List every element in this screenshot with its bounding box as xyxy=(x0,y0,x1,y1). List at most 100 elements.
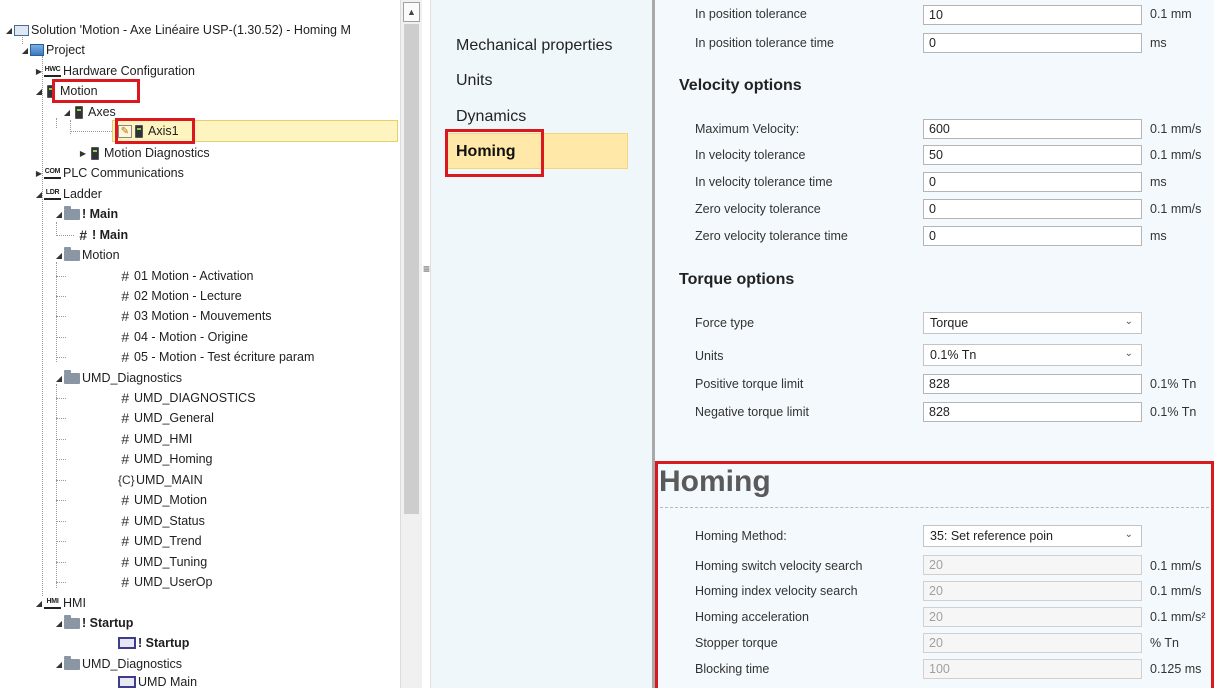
tree-node-motion[interactable]: ◢ Motion xyxy=(34,81,98,101)
blocking-time-input[interactable]: 100 xyxy=(923,659,1142,679)
ladder-program-icon: # xyxy=(121,451,129,467)
positive-torque-limit-input[interactable]: 828 xyxy=(923,374,1142,394)
stopper-torque-input[interactable]: 20 xyxy=(923,633,1142,653)
ladder-program-icon: # xyxy=(121,533,129,549)
force-type-select[interactable]: Torque ⌄ xyxy=(923,312,1142,334)
in-velocity-tolerance-time-input[interactable]: 0 xyxy=(923,172,1142,192)
tree-node-umd-program[interactable]: # UMD_Status xyxy=(118,511,205,531)
tree-node-umd-program[interactable]: # UMD_Homing xyxy=(118,449,212,469)
expand-arrow-icon[interactable]: ◢ xyxy=(62,108,72,117)
in-position-tolerance-input[interactable]: 10 xyxy=(923,5,1142,25)
tree-node-hmi[interactable]: ◢ HMI HMI xyxy=(34,593,86,613)
tree-node-motion-program[interactable]: # 02 Motion - Lecture xyxy=(118,286,242,306)
zero-velocity-tolerance-time-input[interactable]: 0 xyxy=(923,226,1142,246)
torque-units-select[interactable]: 0.1% Tn ⌄ xyxy=(923,344,1142,366)
tree-node-label: PLC Communications xyxy=(63,166,184,180)
tree-node-umd-program[interactable]: # UMD_HMI xyxy=(118,429,192,449)
ladder-program-icon: # xyxy=(121,349,129,365)
tree-node-solution[interactable]: ◢ Solution 'Motion - Axe Linéaire USP-(1… xyxy=(4,20,351,40)
nav-item-homing[interactable]: Homing xyxy=(445,133,628,169)
tree-node-axes[interactable]: ◢ Axes xyxy=(62,102,116,122)
in-position-tolerance-time-input[interactable]: 0 xyxy=(923,33,1142,53)
homing-switch-velocity-label: Homing switch velocity search xyxy=(695,559,863,573)
zero-velocity-tolerance-input[interactable]: 0 xyxy=(923,199,1142,219)
negative-torque-limit-input[interactable]: 828 xyxy=(923,402,1142,422)
in-position-tolerance-label: In position tolerance xyxy=(695,7,807,21)
tree-node-umd-program[interactable]: # UMD_UserOp xyxy=(118,572,212,592)
blocking-time-unit: 0.125 ms xyxy=(1150,662,1202,676)
tree-node-axis1[interactable]: ✎ Axis1 xyxy=(118,121,179,141)
tree-node-label: UMD Main xyxy=(138,675,198,688)
tree-node-motion-program[interactable]: # 05 - Motion - Test écriture param xyxy=(118,347,314,367)
tree-node-motion-diagnostics[interactable]: ▶ Motion Diagnostics xyxy=(78,143,210,163)
collapse-arrow-icon[interactable]: ▶ xyxy=(34,169,44,178)
homing-switch-velocity-input[interactable]: 20 xyxy=(923,555,1142,575)
nav-item-dynamics[interactable]: Dynamics xyxy=(456,108,526,126)
ladder-program-icon: # xyxy=(121,574,129,590)
tree-node-label: UMD_Tuning xyxy=(134,555,208,569)
tree-node-hardware-configuration[interactable]: ▶ HWC Hardware Configuration xyxy=(34,61,195,81)
scrollbar-thumb[interactable] xyxy=(404,24,419,514)
solution-icon xyxy=(14,24,29,36)
expand-arrow-icon[interactable]: ◢ xyxy=(54,619,64,628)
in-position-tolerance-unit: 0.1 mm xyxy=(1150,7,1192,21)
solution-tree[interactable]: ◢ Solution 'Motion - Axe Linéaire USP-(1… xyxy=(0,0,400,688)
expand-arrow-icon[interactable]: ◢ xyxy=(4,26,14,35)
in-velocity-tolerance-input[interactable]: 50 xyxy=(923,145,1142,165)
tree-node-label: Motion xyxy=(60,84,98,98)
chevron-down-icon: ⌄ xyxy=(1124,316,1133,327)
tree-node-label: ! Main xyxy=(92,228,129,242)
expand-arrow-icon[interactable]: ◢ xyxy=(34,190,44,199)
tree-scrollbar[interactable]: ▲ xyxy=(400,0,422,688)
hardware-config-icon: HWC xyxy=(44,66,61,77)
tree-node-umd-diagnostics-folder[interactable]: ◢ UMD_Diagnostics xyxy=(54,368,182,388)
tree-node-project[interactable]: ◢ Project xyxy=(20,40,85,60)
tree-node-motion-program[interactable]: # 04 - Motion - Origine xyxy=(118,327,248,347)
nav-item-units[interactable]: Units xyxy=(456,72,492,90)
expand-arrow-icon[interactable]: ◢ xyxy=(54,660,64,669)
ladder-program-icon: # xyxy=(79,227,87,243)
tree-node-label: HMI xyxy=(63,596,86,610)
tree-node-label: ! Main xyxy=(82,207,119,221)
ladder-program-icon: # xyxy=(121,308,129,324)
tree-node-label: ! Startup xyxy=(82,616,134,630)
tree-node-main-folder[interactable]: ◢ ! Main xyxy=(54,204,118,224)
tree-node-plc-communications[interactable]: ▶ COM PLC Communications xyxy=(34,163,184,183)
folder-icon xyxy=(64,655,80,670)
expand-arrow-icon[interactable]: ◢ xyxy=(54,251,64,260)
zero-velocity-tolerance-time-unit: ms xyxy=(1150,229,1167,243)
tree-node-main-program[interactable]: # ! Main xyxy=(76,225,128,245)
ladder-program-icon: # xyxy=(121,554,129,570)
expand-arrow-icon[interactable]: ◢ xyxy=(34,599,44,608)
torque-units-label: Units xyxy=(695,349,724,363)
collapse-arrow-icon[interactable]: ▶ xyxy=(34,67,44,76)
tree-node-hmi-umd-diagnostics-folder[interactable]: ◢ UMD_Diagnostics xyxy=(54,654,182,674)
tree-node-motion-folder[interactable]: ◢ Motion xyxy=(54,245,120,265)
maximum-velocity-unit: 0.1 mm/s xyxy=(1150,122,1202,136)
tree-node-umd-program[interactable]: # UMD_Tuning xyxy=(118,552,207,572)
tree-node-motion-program[interactable]: # 03 Motion - Mouvements xyxy=(118,306,271,326)
tree-node-startup-screen[interactable]: ! Startup xyxy=(118,633,189,653)
tree-node-umd-program[interactable]: # UMD_DIAGNOSTICS xyxy=(118,388,255,408)
tree-node-label: 04 - Motion - Origine xyxy=(134,330,248,344)
collapse-arrow-icon[interactable]: ▶ xyxy=(78,149,88,158)
expand-arrow-icon[interactable]: ◢ xyxy=(34,87,44,96)
force-type-label: Force type xyxy=(695,316,755,330)
tree-node-umd-program[interactable]: {C} UMD_MAIN xyxy=(118,470,203,490)
tree-node-umd-program[interactable]: # UMD_General xyxy=(118,408,214,428)
tree-node-ladder[interactable]: ◢ LDR Ladder xyxy=(34,184,102,204)
nav-item-mechanical-properties[interactable]: Mechanical properties xyxy=(456,37,613,55)
homing-acceleration-input[interactable]: 20 xyxy=(923,607,1142,627)
tree-node-motion-program[interactable]: # 01 Motion - Activation xyxy=(118,266,253,286)
tree-node-umd-program[interactable]: # UMD_Trend xyxy=(118,531,202,551)
homing-index-velocity-input[interactable]: 20 xyxy=(923,581,1142,601)
expand-arrow-icon[interactable]: ◢ xyxy=(54,210,64,219)
tree-node-umd-program[interactable]: # UMD_Motion xyxy=(118,490,207,510)
expand-arrow-icon[interactable]: ◢ xyxy=(54,374,64,383)
tree-node-umd-main-screen[interactable]: UMD Main xyxy=(118,672,197,688)
tree-node-startup-folder[interactable]: ◢ ! Startup xyxy=(54,613,133,633)
scroll-up-arrow-icon[interactable]: ▲ xyxy=(403,2,420,22)
expand-arrow-icon[interactable]: ◢ xyxy=(20,46,30,55)
homing-method-select[interactable]: 35: Set reference poin ⌄ xyxy=(923,525,1142,547)
maximum-velocity-input[interactable]: 600 xyxy=(923,119,1142,139)
